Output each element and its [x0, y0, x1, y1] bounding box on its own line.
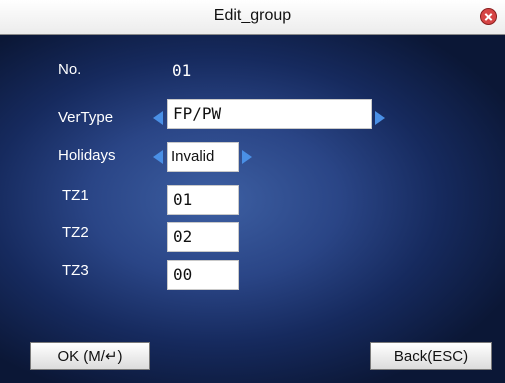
holidays-prev-arrow-icon[interactable] [153, 150, 163, 164]
tz1-field[interactable]: 01 [167, 185, 239, 215]
tz3-field[interactable]: 00 [167, 260, 239, 290]
no-value: 01 [172, 61, 192, 80]
window-title: Edit_group [213, 7, 292, 24]
tz2-label: TZ2 [62, 224, 89, 241]
close-icon[interactable] [480, 8, 497, 25]
title-bar: Edit_group [0, 0, 505, 35]
vertype-prev-arrow-icon[interactable] [153, 111, 163, 125]
tz2-field[interactable]: 02 [167, 222, 239, 252]
no-label: No. [58, 61, 82, 78]
vertype-label: VerType [58, 109, 114, 126]
tz3-label: TZ3 [62, 262, 89, 279]
vertype-field[interactable]: FP/PW [167, 99, 372, 129]
holidays-field[interactable]: Invalid [167, 142, 239, 172]
device-screen: Edit_group No. 01 VerType FP/PW Holidays… [0, 0, 505, 383]
back-button[interactable]: Back(ESC) [370, 342, 492, 370]
holidays-next-arrow-icon[interactable] [242, 150, 252, 164]
ok-button[interactable]: OK (M/↵) [30, 342, 150, 370]
vertype-next-arrow-icon[interactable] [375, 111, 385, 125]
tz1-label: TZ1 [62, 187, 89, 204]
holidays-label: Holidays [58, 147, 116, 164]
